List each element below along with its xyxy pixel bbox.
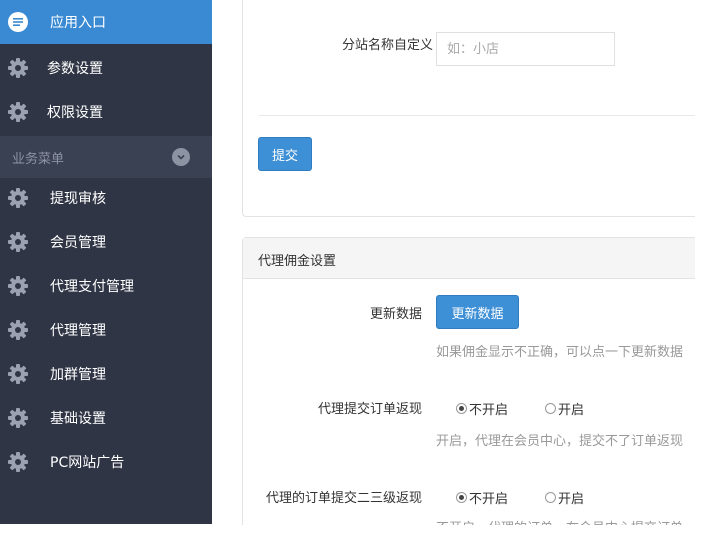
gear-icon bbox=[7, 101, 29, 123]
sidebar-group-label: 业务菜单 bbox=[12, 152, 65, 167]
second-level-return-option-off[interactable]: 不开启 bbox=[456, 488, 508, 507]
subsite-name-input[interactable] bbox=[436, 32, 615, 66]
gear-icon bbox=[7, 275, 29, 297]
radio-checked-icon bbox=[456, 403, 467, 414]
gear-icon bbox=[7, 231, 29, 253]
main-content: 分站名称自定义 提交 代理佣金设置 更新数据 更新数据 如果佣金显示不正确，可以… bbox=[212, 0, 725, 547]
gear-icon bbox=[7, 451, 29, 473]
sidebar-item-withdraw-review[interactable]: 提现审核 bbox=[0, 176, 212, 220]
gear-icon bbox=[7, 319, 29, 341]
sidebar-item-label: 基础设置 bbox=[50, 411, 106, 427]
submit-button[interactable]: 提交 bbox=[258, 137, 312, 171]
second-level-return-option-on[interactable]: 开启 bbox=[545, 488, 584, 507]
update-data-button[interactable]: 更新数据 bbox=[436, 295, 519, 329]
sidebar-item-label: 提现审核 bbox=[50, 191, 106, 207]
sidebar-item-group-management[interactable]: 加群管理 bbox=[0, 352, 212, 396]
sidebar-item-label: 权限设置 bbox=[47, 105, 103, 121]
sidebar-item-app-entry[interactable]: 应用入口 bbox=[0, 0, 212, 44]
panel-header: 代理佣金设置 bbox=[243, 238, 695, 279]
order-return-label: 代理提交订单返现 bbox=[317, 402, 422, 417]
sidebar-item-label: 代理支付管理 bbox=[50, 279, 134, 295]
gear-icon bbox=[7, 407, 29, 429]
gear-icon bbox=[7, 363, 29, 385]
sidebar-item-label: 加群管理 bbox=[50, 367, 106, 383]
sidebar-item-pc-site-ads[interactable]: PC网站广告 bbox=[0, 440, 212, 484]
update-data-help: 如果佣金显示不正确，可以点一下更新数据 bbox=[436, 345, 684, 360]
chat-bubble-icon bbox=[7, 11, 29, 33]
radio-unchecked-icon bbox=[545, 492, 556, 503]
gear-icon bbox=[7, 57, 29, 79]
order-return-help: 开启，代理在会员中心，提交不了订单返现 bbox=[436, 434, 684, 449]
sidebar-item-label: 会员管理 bbox=[50, 235, 106, 251]
radio-checked-icon bbox=[456, 492, 467, 503]
update-data-label: 更新数据 bbox=[369, 307, 422, 322]
sidebar-item-label: 代理管理 bbox=[50, 323, 106, 339]
sidebar: 应用入口 参数设置 权限设置 业务菜单 提现审核 会员管理 代理支付管理 代理管… bbox=[0, 0, 212, 524]
sidebar-group-business-menu[interactable]: 业务菜单 bbox=[0, 136, 212, 178]
agent-commission-panel: 代理佣金设置 更新数据 更新数据 如果佣金显示不正确，可以点一下更新数据 代理提… bbox=[242, 237, 695, 525]
form-divider bbox=[259, 115, 695, 116]
sidebar-item-agent-payment[interactable]: 代理支付管理 bbox=[0, 264, 212, 308]
panel-title: 代理佣金设置 bbox=[258, 254, 337, 269]
sidebar-item-label: PC网站广告 bbox=[50, 455, 125, 471]
sidebar-item-params[interactable]: 参数设置 bbox=[0, 46, 212, 90]
sidebar-item-basic-settings[interactable]: 基础设置 bbox=[0, 396, 212, 440]
second-level-return-help: 不开启，代理的订单，在会员中心提交订单 bbox=[436, 517, 695, 525]
sidebar-item-permissions[interactable]: 权限设置 bbox=[0, 90, 212, 134]
radio-unchecked-icon bbox=[545, 403, 556, 414]
gear-icon bbox=[7, 187, 29, 209]
sidebar-item-label: 应用入口 bbox=[50, 15, 106, 31]
subsite-panel: 分站名称自定义 提交 bbox=[242, 0, 695, 217]
chevron-down-icon bbox=[172, 148, 190, 166]
subsite-name-label: 分站名称自定义 bbox=[341, 38, 433, 53]
sidebar-item-agent-management[interactable]: 代理管理 bbox=[0, 308, 212, 352]
sidebar-item-label: 参数设置 bbox=[47, 61, 103, 77]
sidebar-item-member-management[interactable]: 会员管理 bbox=[0, 220, 212, 264]
second-level-return-label: 代理的订单提交二三级返现 bbox=[265, 491, 422, 506]
order-return-option-off[interactable]: 不开启 bbox=[456, 399, 508, 418]
order-return-option-on[interactable]: 开启 bbox=[545, 399, 584, 418]
